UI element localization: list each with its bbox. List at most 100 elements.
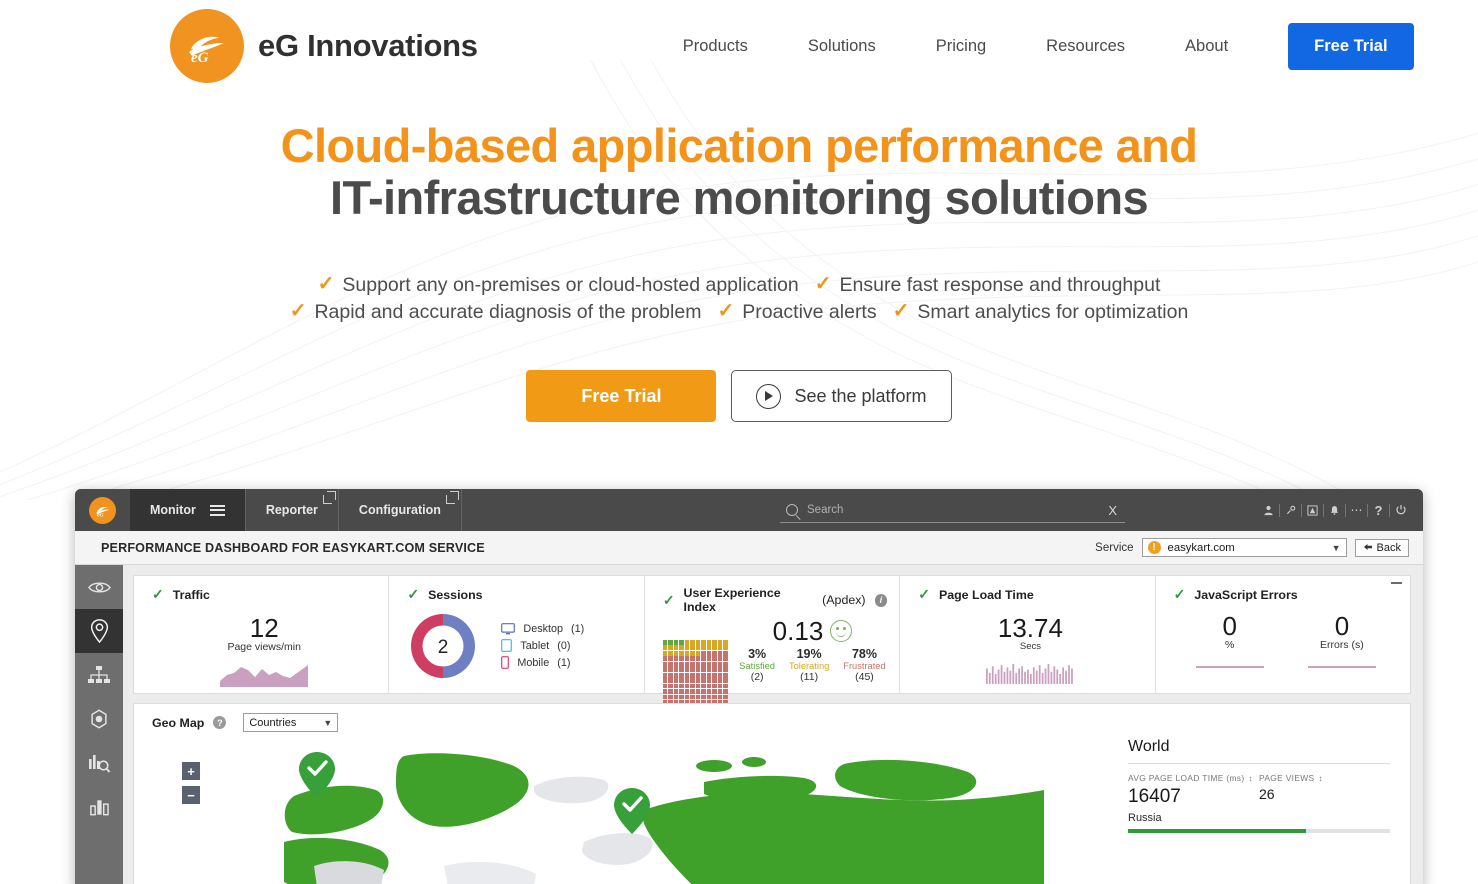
location-pin-icon <box>90 619 108 643</box>
sidebar-item-geo[interactable] <box>75 609 123 653</box>
kpi-plt-value: 13.74 <box>997 613 1063 643</box>
apdex-stat-tolerating: 19% Tolerating (11) <box>789 647 829 683</box>
hero-bullet-4-label: Proactive alerts <box>742 300 877 323</box>
power-icon[interactable] <box>1390 504 1411 516</box>
apdex-frustrated-count: (45) <box>855 671 874 683</box>
kpi-apdex-subtitle: (Apdex) <box>822 593 866 607</box>
nav-item-pricing[interactable]: Pricing <box>906 37 1016 56</box>
check-icon: ✓ <box>289 300 307 323</box>
dashboard-content: ✓ Traffic 12 Page views/min ✓ Sessions 2… <box>123 565 1423 884</box>
geo-stats-columns: AVG PAGE LOAD TIME (ms) ↕ 16407 PAGE VIE… <box>1128 773 1390 808</box>
geo-scope-dropdown[interactable]: Countries ▼ <box>243 713 339 732</box>
map-zoom-out-button[interactable]: − <box>182 786 200 804</box>
tab-monitor[interactable]: Monitor <box>130 489 246 531</box>
apdex-stat-satisfied: 3% Satisfied (2) <box>739 647 775 683</box>
hero-bullet-1-label: Support any on-premises or cloud-hosted … <box>342 273 799 296</box>
search-placeholder: Search <box>807 504 844 516</box>
free-trial-nav-button[interactable]: Free Trial <box>1288 22 1414 70</box>
free-trial-hero-button[interactable]: Free Trial <box>526 370 717 423</box>
geo-region-title: World <box>1128 738 1170 755</box>
bell-icon[interactable] <box>1324 505 1345 516</box>
apdex-waffle-chart <box>662 640 728 705</box>
kpi-sessions-body: 2 Desktop (1) Tablet (0) Mobile (1) <box>407 610 631 682</box>
hero-bullet-2-label: Ensure fast response and throughput <box>839 273 1161 296</box>
clear-search-icon[interactable]: X <box>1108 503 1117 518</box>
jserr-percent-value: 0 <box>1222 611 1237 641</box>
geo-map-panel: Geo Map ? Countries ▼ + − World AVG PAGE… <box>133 703 1411 884</box>
world-map[interactable] <box>284 746 1044 884</box>
help-icon[interactable]: ? <box>213 716 227 729</box>
user-icon[interactable] <box>1258 505 1279 516</box>
sidebar-item-topology[interactable] <box>75 653 123 697</box>
hamburger-icon[interactable] <box>209 504 225 516</box>
apdex-tolerating-label: Tolerating <box>788 661 830 671</box>
back-button[interactable]: Back <box>1354 538 1409 557</box>
check-icon: ✓ <box>814 273 832 296</box>
map-zoom-in-button[interactable]: + <box>182 762 200 780</box>
app-logo-icon[interactable]: eG <box>89 496 116 524</box>
hero-bullets: ✓ Support any on-premises or cloud-hoste… <box>0 271 1478 325</box>
link-icon[interactable] <box>1280 505 1301 516</box>
apdex-frustrated-percent: 78% <box>851 647 877 661</box>
back-arrow-icon <box>1363 544 1372 550</box>
app-top-bar: eG Monitor Reporter Configuration Search… <box>75 489 1423 531</box>
geo-scope-value: Countries <box>249 716 297 729</box>
see-the-platform-button[interactable]: See the platform <box>731 370 952 423</box>
hero-bullet-2: ✓ Ensure fast response and throughput <box>807 271 1169 298</box>
dashboard-screenshot: eG Monitor Reporter Configuration Search… <box>75 489 1423 884</box>
search-input[interactable]: Search X <box>780 498 1125 523</box>
status-ok-icon: ✓ <box>152 586 164 602</box>
kpi-apdex-title: User Experience Index <box>683 586 781 614</box>
help-icon[interactable]: ? <box>1368 503 1389 518</box>
geo-country-bar-track <box>1128 829 1390 833</box>
sidebar-item-overview[interactable] <box>75 565 123 609</box>
hero-bullet-4: ✓ Proactive alerts <box>709 298 884 325</box>
kpi-traffic-title: Traffic <box>172 587 210 602</box>
warning-icon: ! <box>1147 541 1161 554</box>
nav-item-resources[interactable]: Resources <box>1016 37 1155 56</box>
legend-tablet-label: Tablet <box>520 639 550 652</box>
ellipsis-icon[interactable]: ⋯ <box>1346 503 1367 517</box>
brand-logo[interactable]: eG eG Innovations <box>170 9 478 83</box>
hero-bullet-5-label: Smart analytics for optimization <box>917 300 1189 323</box>
tab-reporter[interactable]: Reporter <box>246 489 339 531</box>
play-icon <box>756 383 782 409</box>
nav-item-about[interactable]: About <box>1155 37 1258 56</box>
apdex-tolerating-percent: 19% <box>796 647 822 661</box>
tab-configuration[interactable]: Configuration <box>339 489 462 531</box>
service-dropdown[interactable]: ! easykart.com ▼ <box>1141 538 1347 557</box>
sidebar-item-diagnosis[interactable] <box>75 741 123 785</box>
apdex-satisfied-percent: 3% <box>748 647 767 661</box>
status-ok-icon: ✓ <box>662 591 675 608</box>
sidebar-item-reports[interactable] <box>75 785 123 829</box>
geo-col-header-views[interactable]: PAGE VIEWS ↕ <box>1259 773 1390 783</box>
service-label: Service <box>1095 541 1134 554</box>
sort-icon[interactable]: ↕ <box>1318 774 1322 783</box>
chevron-down-icon: ▼ <box>1331 542 1341 553</box>
kpi-apdex-value: 0.13 <box>772 616 824 646</box>
target-icon <box>91 709 107 729</box>
nav-item-products[interactable]: Products <box>653 37 778 56</box>
jserr-count-sparkline <box>1307 666 1376 668</box>
apdex-stats: 3% Satisfied (2) 19% Tolerating (11) 78%… <box>738 647 887 683</box>
info-icon[interactable]: i <box>874 593 888 607</box>
world-map-svg <box>284 752 1044 884</box>
sort-icon[interactable]: ↕ <box>1248 774 1252 783</box>
kpi-card-sessions: ✓ Sessions 2 Desktop (1) Tablet (0) Mobi… <box>388 576 643 693</box>
legend-mobile-label: Mobile <box>517 656 550 669</box>
kpi-row: ✓ Traffic 12 Page views/min ✓ Sessions 2… <box>133 575 1411 705</box>
service-value: easykart.com <box>1167 541 1235 554</box>
jserr-percent-sparkline <box>1195 666 1264 668</box>
hero-bullet-1: ✓ Support any on-premises or cloud-hoste… <box>310 271 807 298</box>
desktop-icon <box>501 623 516 635</box>
geo-col-header-load[interactable]: AVG PAGE LOAD TIME (ms) ↕ <box>1128 773 1259 783</box>
kpi-jserr-title: JavaScript Errors <box>1194 587 1298 602</box>
nav-item-solutions[interactable]: Solutions <box>778 37 906 56</box>
status-ok-icon: ✓ <box>1173 586 1186 602</box>
external-link-icon <box>445 491 459 504</box>
kpi-plt-value-group: 13.74 Secs <box>918 615 1142 652</box>
svg-text:eG: eG <box>97 512 104 518</box>
alert-box-icon[interactable] <box>1302 504 1323 516</box>
kpi-traffic-value: 12 <box>249 613 279 643</box>
sidebar-item-target[interactable] <box>75 697 123 741</box>
